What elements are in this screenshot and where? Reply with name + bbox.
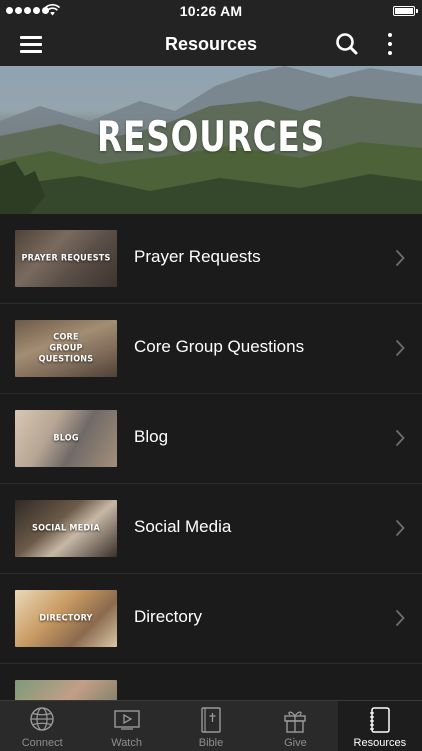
list-item-directory[interactable]: DIRECTORY Directory: [0, 574, 422, 664]
hero-banner: RESOURCES: [0, 66, 422, 214]
tab-resources[interactable]: Resources: [337, 701, 422, 751]
chevron-right-icon: [395, 519, 405, 537]
chevron-right-icon: [395, 249, 405, 267]
list-item-label: Prayer Requests: [134, 247, 261, 266]
hero-title: RESOURCES: [97, 112, 325, 161]
tab-bible[interactable]: Bible: [169, 701, 253, 751]
gift-icon: [284, 711, 307, 733]
tab-label: Resources: [353, 737, 407, 749]
tab-watch[interactable]: Watch: [84, 701, 168, 751]
nav-bar: Resources: [0, 22, 422, 66]
list-item-social-media[interactable]: SOCIAL MEDIA Social Media: [0, 484, 422, 574]
list-item-label: Blog: [134, 427, 169, 446]
bible-icon: [201, 707, 221, 733]
tab-label: Bible: [198, 737, 224, 749]
list-item-blog[interactable]: BLOG Blog: [0, 394, 422, 484]
tab-connect[interactable]: Connect: [0, 701, 84, 751]
resources-list: PRAYER REQUESTS Prayer Requests CORE GRO…: [0, 214, 422, 700]
social-media-thumbnail: SOCIAL MEDIA: [15, 500, 117, 557]
tab-give[interactable]: Give: [253, 701, 337, 751]
thumbnail-label: DIRECTORY: [39, 613, 93, 623]
list-item-core-group-questions[interactable]: CORE GROUP QUESTIONS Core Group Question…: [0, 304, 422, 394]
list-item-partial[interactable]: [0, 664, 422, 700]
list-item-label: Social Media: [134, 517, 232, 536]
chevron-right-icon: [395, 609, 405, 627]
list-item-label: Directory: [134, 607, 203, 626]
battery-icon: [393, 6, 418, 16]
thumbnail-label: CORE GROUP QUESTIONS: [38, 332, 94, 364]
list-item-label: Core Group Questions: [134, 337, 305, 356]
status-bar: 10:26 AM: [0, 0, 422, 22]
list-item-prayer-requests[interactable]: PRAYER REQUESTS Prayer Requests: [0, 214, 422, 304]
tab-bar: Connect Watch Bible Give Resources: [0, 700, 422, 751]
tab-label: Watch: [111, 737, 142, 749]
status-time: 10:26 AM: [179, 3, 243, 19]
thumbnail-label: SOCIAL MEDIA: [32, 523, 100, 533]
core-group-questions-thumbnail: CORE GROUP QUESTIONS: [15, 320, 117, 377]
partial-item-thumbnail: [15, 680, 117, 700]
prayer-requests-thumbnail: PRAYER REQUESTS: [15, 230, 117, 287]
notebook-icon: [369, 707, 390, 733]
globe-icon: [30, 707, 54, 731]
thumbnail-label: BLOG: [53, 433, 79, 443]
tab-label: Give: [284, 737, 307, 749]
blog-thumbnail: BLOG: [15, 410, 117, 467]
chevron-right-icon: [395, 429, 405, 447]
play-icon: [113, 710, 140, 730]
search-icon[interactable]: [334, 31, 360, 57]
thumbnail-label: PRAYER REQUESTS: [21, 253, 111, 263]
more-options-icon[interactable]: [378, 30, 402, 58]
chevron-right-icon: [395, 339, 405, 357]
tab-label: Connect: [21, 737, 63, 749]
directory-thumbnail: DIRECTORY: [15, 590, 117, 647]
